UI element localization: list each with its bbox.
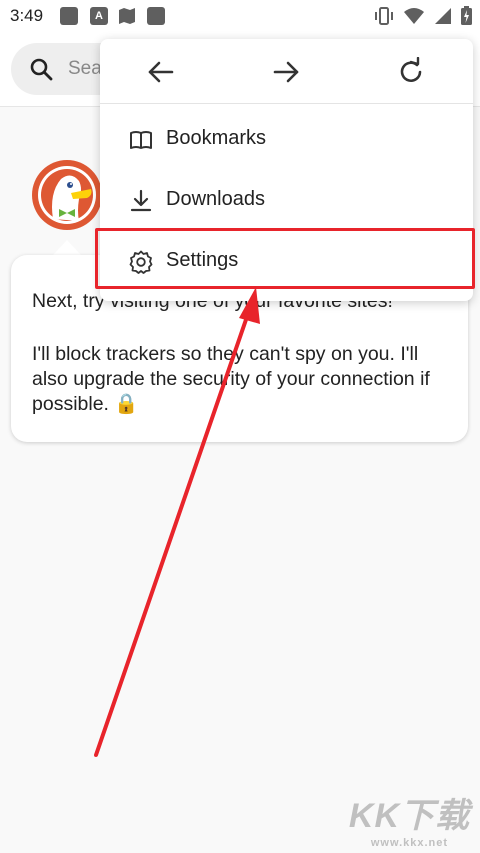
- watermark-logo: KK下载: [348, 797, 470, 835]
- text-notification-icon: A: [90, 7, 108, 25]
- download-icon: [129, 189, 153, 213]
- refresh-icon[interactable]: [396, 56, 426, 87]
- menu-nav-row: [100, 39, 473, 104]
- menu-item-bookmarks[interactable]: Bookmarks: [100, 109, 473, 169]
- map-icon: [118, 8, 136, 29]
- menu-item-label: Downloads: [166, 188, 265, 210]
- forward-icon[interactable]: [271, 57, 301, 87]
- search-icon: [29, 57, 53, 86]
- search-placeholder: Sea: [68, 58, 102, 79]
- duckduckgo-logo: [31, 159, 103, 231]
- highlight-box: [95, 228, 475, 289]
- watermark-url: www.kkx.net: [370, 837, 449, 849]
- notification-icon: [60, 7, 78, 25]
- signal-icon: [434, 7, 452, 30]
- menu-item-downloads[interactable]: Downloads: [100, 170, 473, 230]
- book-icon: [129, 128, 153, 152]
- watermark: KK下载 www.kkx.net: [349, 788, 470, 849]
- status-time: 3:49: [10, 6, 44, 25]
- battery-icon: [461, 6, 472, 30]
- back-icon[interactable]: [146, 57, 176, 87]
- status-bar: 3:49 A: [0, 0, 480, 32]
- notification-icon: [147, 7, 165, 25]
- onboarding-text-2: I'll block trackers so they can't spy on…: [32, 343, 430, 415]
- menu-item-label: Bookmarks: [166, 127, 267, 149]
- vibrate-icon: [374, 6, 394, 30]
- bubble-tail: [52, 240, 82, 256]
- wifi-icon: [403, 7, 425, 30]
